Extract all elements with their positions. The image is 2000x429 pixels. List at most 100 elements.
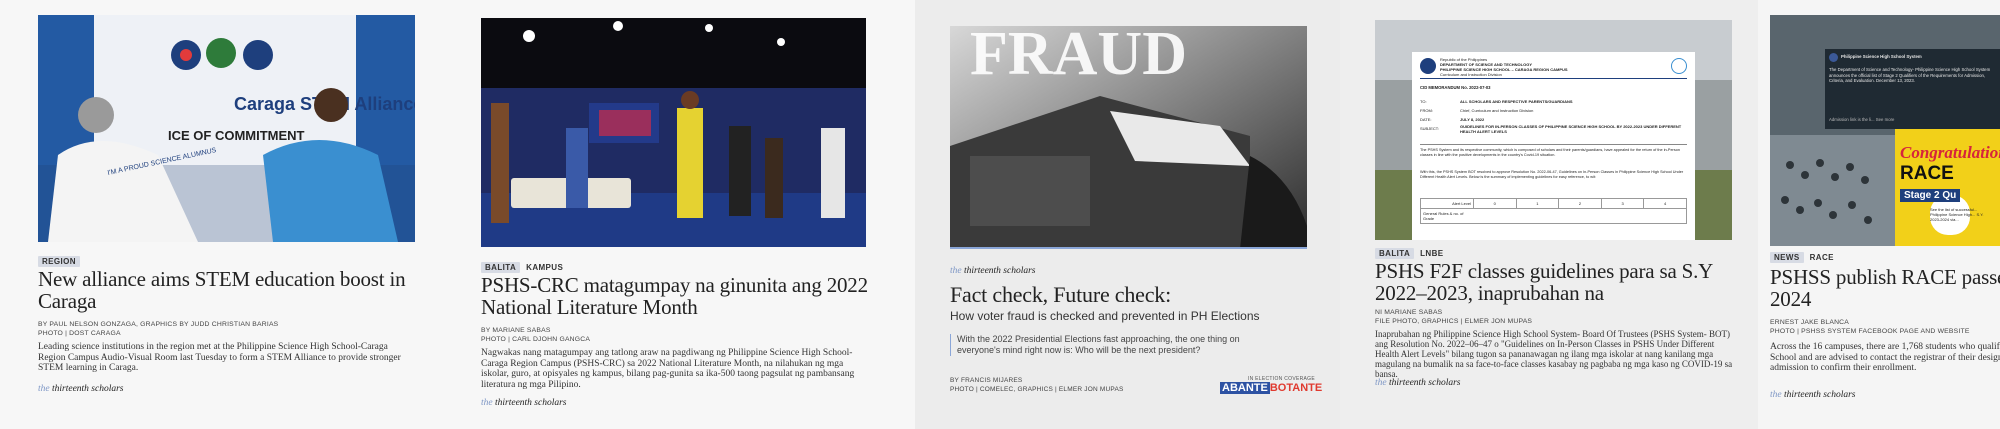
category-tag[interactable]: BALITA xyxy=(1375,248,1415,259)
doc-date: JULY 8, 2022 xyxy=(1460,117,1485,122)
publication-brand: the thirteenth scholars xyxy=(950,266,1036,276)
memorandum-document: Republic of the Philippines DEPARTMENT O… xyxy=(1412,52,1695,240)
article-photo[interactable] xyxy=(481,18,866,247)
article-card-3[interactable]: FRAUD the thirteenth scholars Fact check… xyxy=(915,0,1340,429)
article-kicker: BALITA LNBE xyxy=(1375,248,1444,259)
article-credit: BY FRANCIS MIJARES PHOTO | COMELEC, GRAP… xyxy=(950,376,1210,394)
brand-name: thirteenth scholars xyxy=(1783,390,1856,400)
poster-congrats: Congratulations xyxy=(1900,143,2000,162)
post-see-more: Admission link is the li... See more xyxy=(1829,117,1895,122)
doc-date-label: DATE: xyxy=(1420,117,1432,122)
photo-credit: PHOTO | CARL DJOHN GANGCA xyxy=(481,336,591,343)
doc-fields: TO: ALL SCHOLARS AND RESPECTIVE PARENTS/G… xyxy=(1420,97,1687,134)
publication-brand: the thirteenth scholars xyxy=(1375,378,1461,388)
article-kicker: REGION xyxy=(38,256,80,267)
article-kicker: BALITA KAMPUS xyxy=(481,262,563,273)
subcategory-label[interactable]: KAMPUS xyxy=(526,263,563,272)
brand-name: thirteenth scholars xyxy=(51,384,124,394)
doc-org4: Curriculum and Instruction Division xyxy=(1440,72,1502,77)
post-author: Philippine Science High School System xyxy=(1841,54,1922,59)
article-credit: ERNEST JAKE BLANCA PHOTO | PSHSS SYSTEM … xyxy=(1770,318,2000,336)
brand-the: the xyxy=(1770,390,1782,400)
article-excerpt: Across the 16 campuses, there are 1,768 … xyxy=(1770,342,2000,373)
photo-underline xyxy=(950,247,1307,249)
doc-subject: GUIDELINES FOR IN-PERSON CLASSES OF PHIL… xyxy=(1460,124,1682,134)
doc-header: Republic of the Philippines DEPARTMENT O… xyxy=(1440,57,1568,77)
doc-to-label: TO: xyxy=(1420,99,1427,104)
election-coverage-logo: IN ELECTION COVERAGE ABANTE BOTANTE xyxy=(1220,376,1322,394)
subcategory-label[interactable]: RACE xyxy=(1810,253,1834,262)
facebook-post: Philippine Science High School System Th… xyxy=(1825,49,2000,129)
article-card-1[interactable]: Caraga STEM Alliance ICE OF COMMITMENT I… xyxy=(0,0,455,429)
doc-paragraph-1: The PSHS System and its respective commu… xyxy=(1420,148,1680,157)
photo-illustration: FRAUD xyxy=(950,26,1307,249)
logo-word-a: ABANTE xyxy=(1220,382,1270,394)
brand-name: thirteenth scholars xyxy=(963,266,1036,276)
race-poster: Congratulations RACE Stage 2 Qu See the … xyxy=(1900,143,2000,222)
brand-name: thirteenth scholars xyxy=(494,398,567,408)
doc-table-row-label: Alert Level xyxy=(1452,201,1471,206)
poster-note: See the list of successful... Philippine… xyxy=(1930,207,1984,222)
article-credit: BY PAUL NELSON GONZAGA, GRAPHICS BY JUDD… xyxy=(38,320,418,338)
brand-the: the xyxy=(38,384,50,394)
doc-memo-number: CID MEMORANDUM No. 2022-07-03 xyxy=(1420,85,1491,90)
doc-table-col: 1 xyxy=(1515,199,1559,208)
publication-brand: the thirteenth scholars xyxy=(38,384,124,394)
photo-credit: PHOTO | COMELEC, GRAPHICS | ELMER JON MU… xyxy=(950,386,1124,393)
byline: ERNEST JAKE BLANCA xyxy=(1770,319,1850,326)
article-photo[interactable]: Philippine Science High School System Th… xyxy=(1770,15,2000,246)
article-excerpt: Inaprubahan ng Philippine Science High S… xyxy=(1375,329,1733,379)
poster-stage: Stage 2 Qu xyxy=(1900,189,1961,202)
article-title[interactable]: PSHSS publish RACE passers for S.Y. 2023… xyxy=(1770,266,2000,310)
byline: BY MARIANE SABAS xyxy=(481,327,551,334)
doc-subject-label: SUBJECT: xyxy=(1420,126,1439,131)
doc-table-col: 3 xyxy=(1600,199,1644,208)
publication-brand: the thirteenth scholars xyxy=(1770,390,1856,400)
article-title[interactable]: PSHS-CRC matagumpay na ginunita ang 2022… xyxy=(481,274,891,318)
doc-to: ALL SCHOLARS AND RESPECTIVE PARENTS/GUAR… xyxy=(1460,99,1573,104)
doc-rule xyxy=(1420,78,1687,79)
article-excerpt: With the 2022 Presidential Elections fas… xyxy=(950,334,1267,356)
iso-badge-icon xyxy=(1671,58,1687,74)
brand-the: the xyxy=(950,266,962,276)
doc-table-row-label: General Rules & no. of Grade xyxy=(1423,211,1464,221)
article-title[interactable]: New alliance aims STEM education boost i… xyxy=(38,268,418,312)
category-tag[interactable]: REGION xyxy=(38,256,80,267)
photo-credit: PHOTO | PSHSS SYSTEM FACEBOOK PAGE AND W… xyxy=(1770,328,1970,335)
doc-paragraph-2: With this, the PSHS System BOT resolved … xyxy=(1420,170,1684,179)
banner-subtext: ICE OF COMMITMENT xyxy=(168,128,305,143)
article-credit: NI MARIANE SABAS FILE PHOTO, GRAPHICS | … xyxy=(1375,308,1715,326)
photo-word: FRAUD xyxy=(970,26,1187,88)
photo-credit: PHOTO | DOST CARAGA xyxy=(38,330,121,337)
article-photo[interactable]: FRAUD xyxy=(950,26,1307,249)
byline: BY PAUL NELSON GONZAGA, GRAPHICS BY JUDD… xyxy=(38,321,279,328)
category-tag[interactable]: NEWS xyxy=(1770,252,1804,263)
pshs-logo-icon xyxy=(1420,58,1436,74)
poster-race: RACE xyxy=(1900,163,1954,184)
doc-table-col: 4 xyxy=(1643,199,1686,208)
doc-from-label: FROM: xyxy=(1420,108,1433,113)
byline: BY FRANCIS MIJARES xyxy=(950,377,1023,384)
doc-rule-2 xyxy=(1420,144,1687,145)
photo-credit: FILE PHOTO, GRAPHICS | ELMER JON MUPAS xyxy=(1375,318,1533,325)
article-photo[interactable]: Caraga STEM Alliance ICE OF COMMITMENT I… xyxy=(38,15,415,242)
article-kicker: NEWS RACE xyxy=(1770,252,1834,263)
article-subtitle: How voter fraud is checked and prevented… xyxy=(950,309,1260,323)
page-avatar-icon xyxy=(1829,53,1838,62)
article-card-4[interactable]: Republic of the Philippines DEPARTMENT O… xyxy=(1340,0,1758,429)
article-credit: BY MARIANE SABAS PHOTO | CARL DJOHN GANG… xyxy=(481,326,881,344)
doc-from: Chief, Curriculum and Instruction Divisi… xyxy=(1460,108,1534,113)
category-tag[interactable]: BALITA xyxy=(481,262,521,273)
article-card-2[interactable]: BALITA KAMPUS PSHS-CRC matagumpay na gin… xyxy=(455,0,915,429)
brand-the: the xyxy=(481,398,493,408)
article-title[interactable]: Fact check, Future check: xyxy=(950,284,1330,306)
article-card-5[interactable]: Philippine Science High School System Th… xyxy=(1758,0,2000,429)
article-title[interactable]: PSHS F2F classes guidelines para sa S.Y … xyxy=(1375,260,1715,304)
post-text: The Department of Science and Technology… xyxy=(1829,67,1991,83)
doc-table-col: 0 xyxy=(1473,199,1516,208)
subcategory-label[interactable]: LNBE xyxy=(1420,249,1443,258)
byline: NI MARIANE SABAS xyxy=(1375,309,1443,316)
article-photo[interactable]: Republic of the Philippines DEPARTMENT O… xyxy=(1375,20,1732,240)
brand-the: the xyxy=(1375,378,1387,388)
article-excerpt: Leading science institutions in the regi… xyxy=(38,342,401,373)
